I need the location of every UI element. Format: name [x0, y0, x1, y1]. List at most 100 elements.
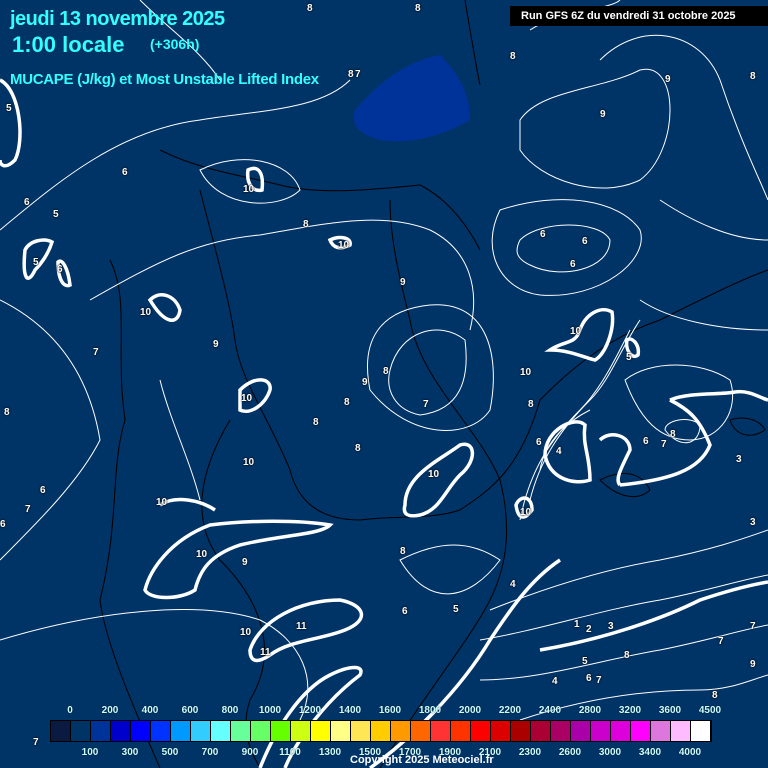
weather-map [0, 0, 768, 768]
legend-label-bottom: 3400 [638, 747, 662, 758]
legend-label-top: 1800 [418, 705, 442, 716]
legend-label-top: 1000 [258, 705, 282, 716]
contour-label: 1 [574, 619, 580, 630]
legend-label-top: 2400 [538, 705, 562, 716]
contour-label: 6 [402, 606, 408, 617]
legend-label-bottom: 2600 [558, 747, 582, 758]
legend-swatch [551, 721, 571, 741]
color-legend [50, 720, 712, 742]
legend-label-top: 400 [141, 705, 159, 716]
legend-label-top: 2800 [578, 705, 602, 716]
contour-label: 6 [586, 673, 592, 684]
legend-swatch [531, 721, 551, 741]
legend-swatch [431, 721, 451, 741]
legend-label-bottom: 900 [241, 747, 259, 758]
contour-label: 8 [750, 71, 756, 82]
contour-label: 8 [383, 366, 389, 377]
contour-label: 7 [750, 621, 756, 632]
contour-label: 8 [712, 690, 718, 701]
legend-swatch [131, 721, 151, 741]
contour-label: 5 [53, 209, 59, 220]
contour-label: 8 [415, 3, 421, 14]
legend-label-bottom: 300 [121, 747, 139, 758]
legend-label-bottom: 2300 [518, 747, 542, 758]
legend-label-top: 1600 [378, 705, 402, 716]
contour-label: 10 [520, 367, 532, 378]
legend-label-top: 800 [221, 705, 239, 716]
contour-label: 8 [510, 51, 516, 62]
legend-label-top: 1200 [298, 705, 322, 716]
legend-label-bottom: 1100 [279, 747, 301, 758]
legend-swatch [151, 721, 171, 741]
contour-label: 3 [750, 517, 756, 528]
thick-contours [0, 78, 768, 768]
contour-label: 8 [344, 397, 350, 408]
legend-swatch [311, 721, 331, 741]
contour-label: 9 [242, 557, 248, 568]
contour-label: 10 [156, 497, 168, 508]
contour-label: 8 [303, 219, 309, 230]
legend-swatch [391, 721, 411, 741]
legend-swatch [691, 721, 711, 741]
legend-label-bottom: 3000 [598, 747, 622, 758]
cape-shaded-area [353, 55, 470, 142]
contour-label: 10 [428, 469, 440, 480]
contour-label: 4 [510, 579, 516, 590]
forecast-date: jeudi 13 novembre 2025 [10, 8, 225, 30]
legend-swatch [451, 721, 471, 741]
contour-label: 11 [296, 621, 307, 632]
contour-label: 8 [355, 443, 361, 454]
contour-label: 8 [348, 69, 354, 80]
contour-label: 10 [196, 549, 208, 560]
contour-label: 6 [0, 519, 6, 530]
legend-swatch [611, 721, 631, 741]
contour-label: 10 [570, 326, 582, 337]
contour-label: 7 [661, 439, 667, 450]
contour-label: 7 [718, 636, 724, 647]
contour-label: 8 [624, 650, 630, 661]
contour-label: 6 [24, 197, 30, 208]
contour-label: 7 [355, 69, 361, 80]
contour-label: 8 [670, 429, 676, 440]
contour-label: 5 [453, 604, 459, 615]
contour-label: 2 [586, 624, 592, 635]
legend-label-top: 3600 [658, 705, 682, 716]
legend-swatch [91, 721, 111, 741]
contour-label: 7 [33, 737, 39, 748]
contour-label: 9 [400, 277, 406, 288]
contour-label: 6 [540, 229, 546, 240]
legend-swatch [411, 721, 431, 741]
contour-label: 9 [362, 377, 368, 388]
legend-swatch [191, 721, 211, 741]
contour-label: 10 [243, 457, 255, 468]
contour-label: 6 [570, 259, 576, 270]
parameter-title: MUCAPE (J/kg) et Most Unstable Lifted In… [10, 71, 319, 88]
legend-swatch [231, 721, 251, 741]
contour-label: 5 [626, 352, 632, 363]
contour-label: 6 [582, 236, 588, 247]
legend-swatch [71, 721, 91, 741]
legend-swatch [591, 721, 611, 741]
contour-label: 5 [582, 656, 588, 667]
contour-label: 10 [243, 184, 255, 195]
contour-label: 8 [313, 417, 319, 428]
lead-time: (+306h) [150, 36, 200, 52]
legend-label-top: 4500 [698, 705, 722, 716]
legend-label-bottom: 500 [161, 747, 179, 758]
contour-label: 8 [4, 407, 10, 418]
legend-swatch [631, 721, 651, 741]
legend-label-top: 2000 [458, 705, 482, 716]
forecast-time: 1:00 locale [12, 32, 125, 57]
legend-swatch [111, 721, 131, 741]
contour-label: 6 [122, 167, 128, 178]
contour-label: 5 [6, 103, 12, 114]
contour-label: 7 [423, 399, 429, 410]
legend-swatch [351, 721, 371, 741]
legend-swatch [571, 721, 591, 741]
legend-swatch [331, 721, 351, 741]
legend-swatch [251, 721, 271, 741]
contour-label: 10 [140, 307, 152, 318]
contour-label: 10 [338, 240, 350, 251]
contour-label: 4 [556, 446, 562, 457]
contour-label: 10 [520, 507, 532, 518]
